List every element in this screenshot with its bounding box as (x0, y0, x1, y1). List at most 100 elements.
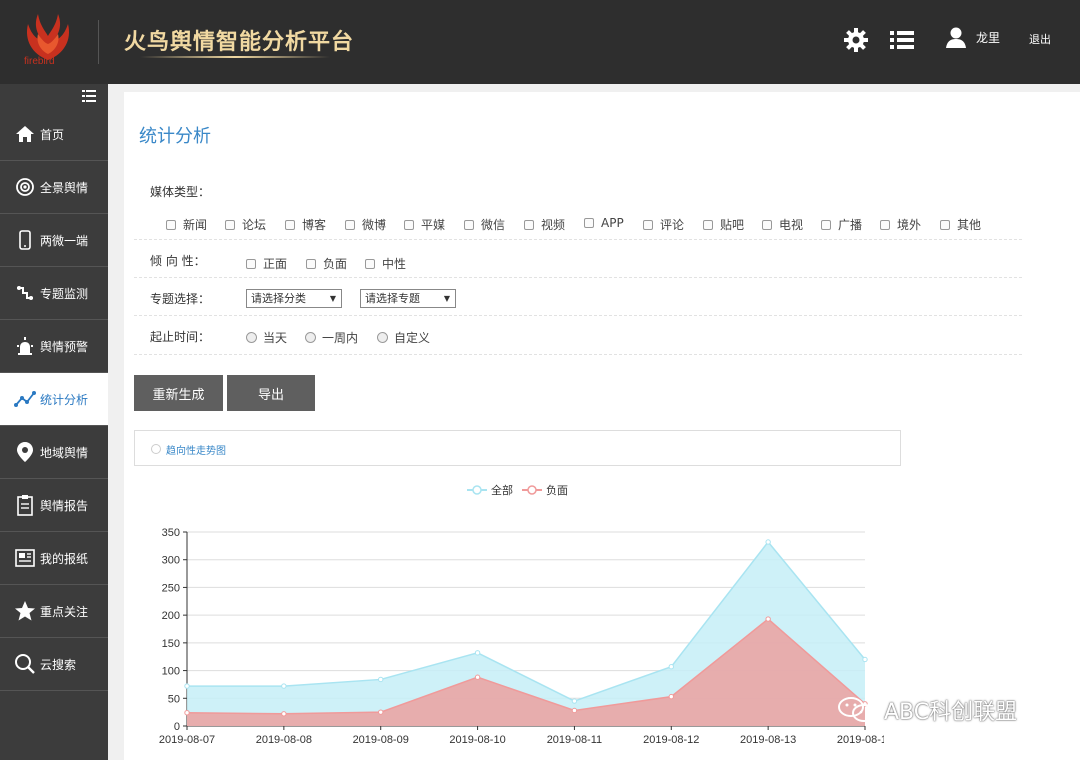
y-tick-label: 50 (168, 693, 180, 705)
x-tick-label: 2019-08-10 (449, 734, 505, 746)
data-point (765, 616, 771, 622)
sidebar-item-label: 全景舆情 (40, 180, 89, 195)
data-point (474, 650, 481, 656)
phone-icon (14, 229, 36, 251)
row-divider (134, 315, 1022, 316)
export-button[interactable]: 导出 (227, 375, 315, 411)
media-type-checkbox[interactable]: 平媒 (404, 216, 445, 233)
line-chart-icon (14, 388, 36, 410)
media-type-checkbox[interactable]: 其他 (940, 216, 981, 233)
home-icon (14, 123, 36, 145)
sidebar-item-cloud-search[interactable]: 云搜索 (0, 638, 108, 691)
sidebar-item-newspaper[interactable]: 我的报纸 (0, 532, 108, 585)
title-underline (140, 56, 330, 58)
tendency-negative-checkbox[interactable]: 负面 (306, 255, 347, 272)
sidebar-item-label: 舆情预警 (40, 339, 89, 354)
row-divider (134, 354, 1022, 355)
tendency-neutral-checkbox[interactable]: 中性 (365, 255, 406, 272)
data-point (281, 711, 287, 717)
logout-link[interactable]: 退出 (1029, 31, 1051, 47)
sidebar-item-home[interactable]: 首页 (0, 108, 108, 161)
sidebar-toggle-icon[interactable] (82, 90, 96, 102)
y-tick-label: 250 (162, 582, 180, 594)
sidebar-item-label: 地域舆情 (40, 445, 89, 460)
y-tick-label: 350 (162, 527, 180, 539)
clipboard-icon (14, 494, 36, 516)
x-tick-label: 2019-08-07 (159, 734, 215, 746)
media-type-label: 微博 (362, 218, 387, 232)
y-tick-label: 0 (174, 721, 180, 733)
media-type-label: 境外 (897, 218, 922, 232)
topic-select-label: 专题选择： (150, 292, 211, 306)
media-type-checkbox[interactable]: 论坛 (225, 216, 266, 233)
media-type-checkbox[interactable]: 视频 (524, 216, 565, 233)
list-menu-icon[interactable] (888, 26, 916, 54)
time-today-radio[interactable]: 当天 (246, 329, 287, 346)
media-type-checkbox[interactable]: 广播 (821, 216, 862, 233)
sidebar-item-alert[interactable]: 舆情预警 (0, 320, 108, 373)
media-type-checkbox[interactable]: 博客 (285, 216, 326, 233)
topic-category-select[interactable]: 请选择分类 ▼ (246, 289, 342, 308)
star-icon (14, 600, 36, 622)
data-point (571, 698, 578, 704)
sidebar-item-topic-monitor[interactable]: 专题监测 (0, 267, 108, 320)
media-type-checkbox[interactable]: 境外 (880, 216, 921, 233)
media-type-label: 视频 (541, 218, 566, 232)
legend-label: 全部 (491, 483, 513, 497)
logo-text: firebird (24, 56, 55, 67)
top-header: firebird 火鸟舆情智能分析平台 龙里 退出 (0, 0, 1080, 84)
sidebar-item-focus[interactable]: 重点关注 (0, 585, 108, 638)
data-point (378, 676, 384, 683)
sidebar-item-statistics[interactable]: 统计分析 (0, 373, 108, 426)
y-tick-label: 300 (162, 555, 180, 567)
sidebar-item-region[interactable]: 地域舆情 (0, 426, 108, 479)
alarm-icon (14, 335, 36, 357)
x-tick-label: 2019-08-11 (547, 734, 602, 746)
tendency-label: 倾 向 性： (150, 254, 206, 268)
media-type-checkbox[interactable]: 贴吧 (703, 216, 744, 233)
tendency-positive-checkbox[interactable]: 正面 (246, 255, 287, 272)
monitor-icon (14, 282, 36, 304)
sidebar-item-label: 两微一端 (40, 233, 89, 248)
header-divider (98, 20, 99, 64)
regenerate-button[interactable]: 重新生成 (134, 375, 223, 411)
wechat-icon (838, 697, 876, 722)
legend-marker (472, 485, 482, 495)
time-week-radio[interactable]: 一周内 (305, 329, 358, 346)
sidebar-item-label: 首页 (40, 127, 65, 142)
time-custom-radio[interactable]: 自定义 (377, 329, 430, 346)
media-type-checkbox[interactable]: APP (584, 216, 624, 230)
sidebar-item-report[interactable]: 舆情报告 (0, 479, 108, 532)
row-divider (134, 239, 1022, 240)
trend-chart: 0 50 100 150 200 250 300 350 2019-08-07 2019-08-0… (159, 483, 884, 746)
sidebar-item-label: 专题监测 (40, 286, 89, 301)
watermark: ABC科创联盟 (836, 694, 1017, 726)
data-point (571, 707, 578, 714)
media-type-checkbox[interactable]: 新闻 (166, 216, 207, 233)
app-title: 火鸟舆情智能分析平台 (124, 29, 355, 55)
media-type-label: 评论 (660, 218, 685, 232)
media-type-checkbox[interactable]: 评论 (643, 216, 684, 233)
user-name[interactable]: 龙里 (976, 29, 1000, 46)
sidebar-item-panorama[interactable]: 全景舆情 (0, 161, 108, 214)
gear-icon[interactable] (842, 26, 870, 54)
data-point (281, 683, 287, 689)
data-point (668, 693, 674, 700)
sidebar-item-two-micro[interactable]: 两微一端 (0, 214, 108, 267)
chart-tab-label[interactable]: 趋向性走势图 (166, 442, 226, 457)
sidebar: 首页 全景舆情 两微一端 专题监测 舆情预警 统计分析 地域舆情 舆情报告 我的… (0, 84, 108, 760)
chart-tab-panel: 趋向性走势图 (134, 430, 901, 466)
x-tick-label: 2019-08-13 (740, 734, 796, 746)
media-type-checkbox[interactable]: 微博 (345, 216, 386, 233)
media-type-label: 微信 (481, 218, 506, 232)
media-type-label: 平媒 (421, 218, 446, 232)
data-point (378, 709, 384, 715)
page-title: 统计分析 (139, 126, 211, 147)
map-pin-icon (14, 441, 36, 463)
media-type-checkbox[interactable]: 微信 (464, 216, 505, 233)
chart-tab-radio[interactable] (151, 444, 161, 454)
media-type-checkbox[interactable]: 电视 (762, 216, 803, 233)
user-icon[interactable] (944, 25, 968, 49)
sidebar-item-label: 云搜索 (40, 657, 77, 672)
topic-select[interactable]: 请选择专题 ▼ (360, 289, 456, 308)
